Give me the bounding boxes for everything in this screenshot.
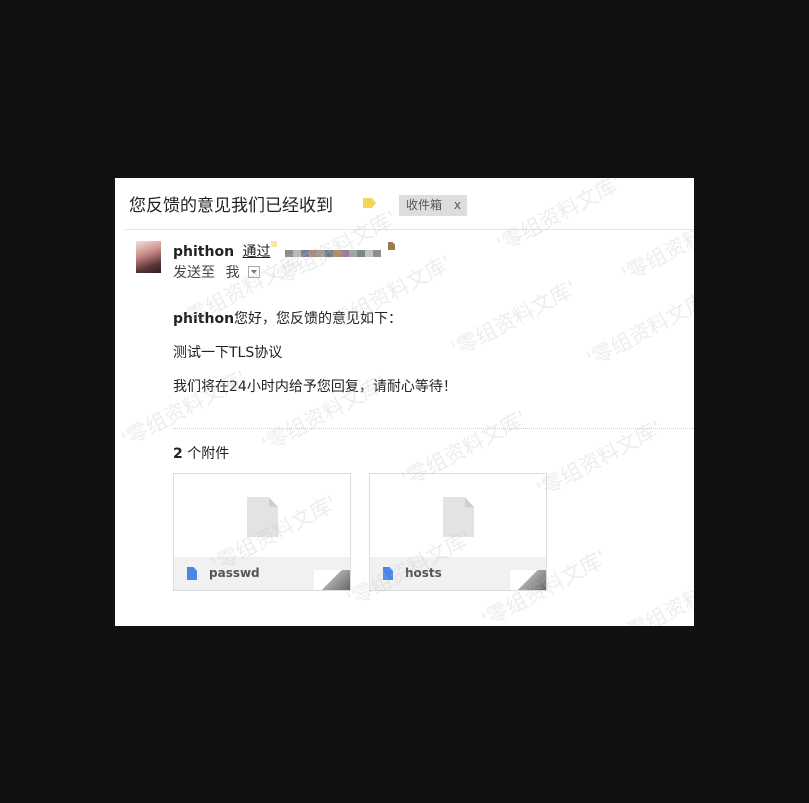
attachment-heading-label: 个附件 bbox=[182, 446, 230, 462]
email-view: 您反馈的意见我们已经收到 收件箱 x phithon 通过 发送至 我 phit… bbox=[115, 178, 694, 626]
attachment-card-passwd[interactable]: passwd bbox=[173, 473, 351, 591]
file-icon bbox=[383, 567, 393, 580]
note-icon bbox=[271, 241, 278, 247]
greeting-name: phithon bbox=[173, 311, 235, 327]
body-line-test: 测试一下TLS协议 bbox=[173, 345, 283, 361]
file-icon bbox=[187, 567, 197, 580]
sender-avatar[interactable] bbox=[136, 241, 161, 273]
recipient-me: 我 bbox=[225, 265, 240, 281]
remove-label-button[interactable]: x bbox=[454, 195, 461, 216]
greeting-text: 您好，您反馈的意见如下： bbox=[234, 311, 403, 327]
small-doc-icon bbox=[388, 242, 395, 250]
watermark: '零组资料文库' bbox=[447, 276, 581, 362]
attachment-name[interactable]: passwd bbox=[209, 566, 260, 580]
attachment-footer: hosts bbox=[370, 557, 546, 590]
body-line-reply: 我们将在24小时内给予您回复，请耐心等待！ bbox=[173, 379, 457, 395]
sender-name[interactable]: phithon bbox=[173, 244, 234, 260]
document-thumbnail-icon bbox=[443, 497, 474, 537]
recipient-line: 发送至 我 bbox=[173, 262, 260, 282]
attachment-footer: passwd bbox=[174, 557, 350, 590]
label-tag-icon[interactable] bbox=[363, 198, 376, 208]
redacted-address bbox=[285, 250, 381, 257]
sender-line: phithon 通过 bbox=[173, 241, 278, 261]
attachment-divider bbox=[173, 428, 694, 429]
attachment-count: 2 bbox=[173, 446, 183, 462]
via-link[interactable]: 通过 bbox=[242, 244, 270, 260]
attachments-heading: 2 个附件 bbox=[173, 443, 229, 463]
greeting-line: phithon您好，您反馈的意见如下： bbox=[173, 308, 402, 328]
sent-to-label: 发送至 bbox=[173, 265, 215, 281]
watermark: '零组资料文库' bbox=[617, 561, 694, 626]
document-thumbnail-icon bbox=[247, 497, 278, 537]
inbox-label-text: 收件箱 bbox=[406, 198, 443, 212]
subject-row: 您反馈的意见我们已经收到 收件箱 x bbox=[115, 178, 694, 229]
watermark: '零组资料文库' bbox=[532, 416, 666, 502]
attachment-name[interactable]: hosts bbox=[405, 566, 442, 580]
attachment-card-hosts[interactable]: hosts bbox=[369, 473, 547, 591]
watermark: '零组资料文库' bbox=[582, 286, 694, 372]
page-curl-icon bbox=[314, 570, 350, 590]
details-dropdown-icon[interactable] bbox=[247, 266, 260, 278]
inbox-label-chip[interactable]: 收件箱 x bbox=[399, 195, 467, 216]
email-subject: 您反馈的意见我们已经收到 bbox=[129, 196, 333, 216]
page-curl-icon bbox=[510, 570, 546, 590]
header-divider bbox=[125, 229, 694, 230]
